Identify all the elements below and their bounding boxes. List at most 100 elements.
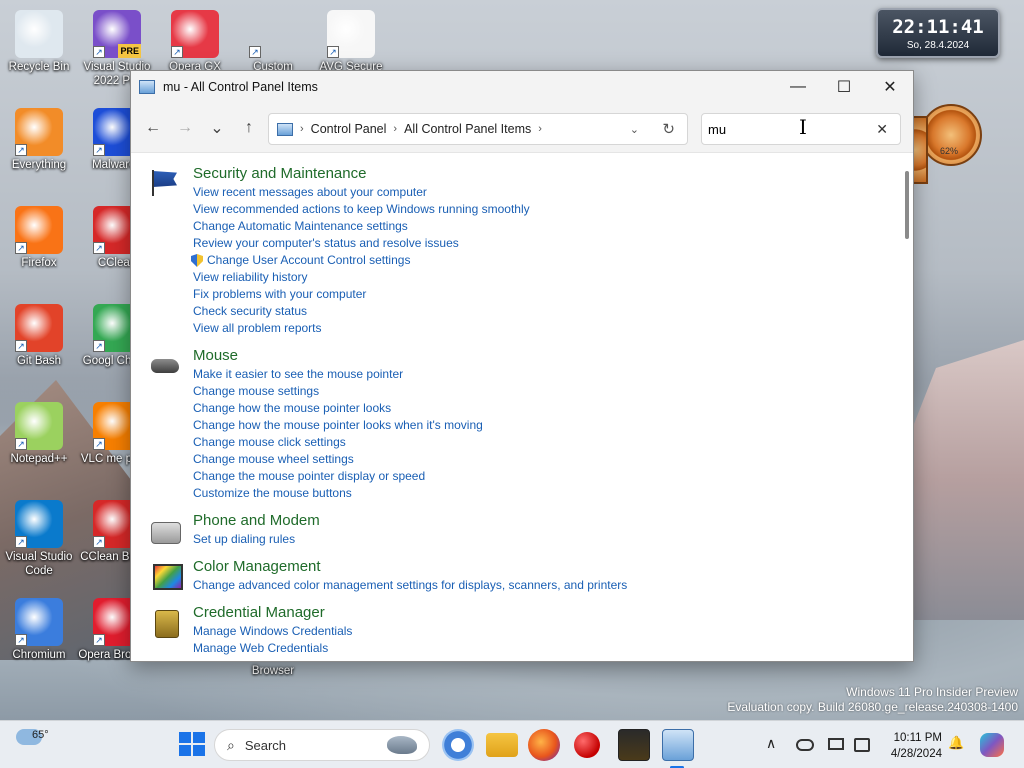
- shortcut-arrow-icon: ↗: [15, 536, 27, 548]
- vertical-scrollbar[interactable]: [905, 171, 909, 239]
- taskbar-time: 10:11 PM: [893, 732, 942, 744]
- desktop-icon[interactable]: ↗ Everything: [0, 108, 78, 172]
- desktop-icon-label: Notepad++: [10, 453, 68, 465]
- start-button[interactable]: [176, 729, 206, 759]
- recycle-bin-icon: [15, 10, 63, 58]
- group-link[interactable]: Check security status: [193, 303, 901, 320]
- copilot-icon[interactable]: [442, 729, 474, 761]
- up-button[interactable]: ↑: [233, 112, 265, 144]
- group-link[interactable]: View reliability history: [193, 269, 901, 286]
- control-panel-icon: [139, 80, 155, 94]
- group-link[interactable]: View all problem reports: [193, 320, 901, 337]
- network-icon[interactable]: [854, 738, 870, 752]
- taskbar-search[interactable]: ⌕ Search: [214, 729, 430, 761]
- back-button[interactable]: ←: [137, 112, 169, 144]
- search-input[interactable]: [708, 121, 858, 137]
- search-highlight-icon: [387, 736, 417, 754]
- wallpaper-rock: [914, 340, 1024, 620]
- copilot-pre-icon[interactable]: [980, 733, 1004, 757]
- minimize-button[interactable]: —: [775, 71, 821, 103]
- group-link[interactable]: Change Automatic Maintenance settings: [193, 218, 901, 235]
- group-link[interactable]: Change how the mouse pointer looks when …: [193, 417, 901, 434]
- vscode-icon: ↗: [15, 500, 63, 548]
- file-explorer-icon[interactable]: [486, 733, 518, 757]
- close-button[interactable]: ✕: [867, 71, 913, 103]
- group-link[interactable]: Manage Windows Credentials: [193, 623, 901, 640]
- shortcut-arrow-icon: ↗: [93, 536, 105, 548]
- notepad-plus-icon: ↗: [15, 402, 63, 450]
- group-link[interactable]: Change User Account Control settings: [191, 252, 901, 269]
- phone-modem-icon[interactable]: [149, 514, 181, 546]
- group-title[interactable]: Mouse: [193, 347, 901, 365]
- maximize-button[interactable]: ☐: [821, 71, 867, 103]
- breadcrumb-separator[interactable]: ›: [300, 123, 304, 135]
- forward-button[interactable]: →: [169, 112, 201, 144]
- group-title[interactable]: Color Management: [193, 558, 901, 576]
- address-dropdown-button[interactable]: ⌄: [630, 123, 639, 136]
- credential-manager-icon[interactable]: [149, 606, 181, 638]
- notifications-bell-icon[interactable]: 🔔: [948, 735, 964, 751]
- breadcrumb-separator[interactable]: ›: [393, 123, 397, 135]
- shortcut-arrow-icon: ↗: [15, 242, 27, 254]
- taskbar-clock[interactable]: 10:11 PM 4/28/2024: [880, 730, 942, 762]
- desktop-icon[interactable]: Recycle Bin: [0, 10, 78, 74]
- desktop-icon[interactable]: ↗ Opera GX: [156, 10, 234, 74]
- red-app-icon[interactable]: [574, 732, 600, 758]
- control-panel-window: mu - All Control Panel Items — ☐ ✕ ← → ⌄…: [130, 70, 914, 662]
- title-bar[interactable]: mu - All Control Panel Items — ☐ ✕: [131, 71, 913, 103]
- control-panel-taskbar-icon[interactable]: [662, 729, 694, 761]
- group-link[interactable]: Review your computer's status and resolv…: [193, 235, 901, 252]
- group-link[interactable]: Make it easier to see the mouse pointer: [193, 366, 901, 383]
- task-manager-icon[interactable]: [618, 729, 650, 761]
- search-clear-button[interactable]: ✕: [876, 121, 888, 138]
- desktop-icon[interactable]: ↗ AVG Secure: [312, 10, 390, 74]
- desktop-icon[interactable]: ↗ Notepad++: [0, 402, 78, 466]
- group-link[interactable]: Change mouse wheel settings: [193, 451, 901, 468]
- recent-locations-button[interactable]: ⌄: [201, 112, 233, 144]
- shortcut-arrow-icon: ↗: [93, 438, 105, 450]
- shortcut-arrow-icon: ↗: [327, 46, 339, 58]
- firefox-taskbar-icon[interactable]: [528, 729, 560, 761]
- control-panel-group: Security and Maintenance View recent mess…: [131, 165, 901, 337]
- breadcrumb-separator[interactable]: ›: [538, 123, 542, 135]
- security-flag-icon[interactable]: [149, 167, 181, 199]
- group-link[interactable]: Change how the mouse pointer looks: [193, 400, 901, 417]
- group-link[interactable]: Manage Web Credentials: [193, 640, 901, 657]
- desktop-icon-label: Browser: [251, 665, 295, 677]
- group-link[interactable]: Change advanced color management setting…: [193, 577, 901, 594]
- gauge-widget[interactable]: 62%: [920, 104, 982, 166]
- results-list: Security and Maintenance View recent mess…: [131, 153, 901, 663]
- desktop-icon[interactable]: ↗ Firefox: [0, 206, 78, 270]
- weather-widget[interactable]: 65°: [16, 729, 49, 748]
- group-title[interactable]: Phone and Modem: [193, 512, 901, 530]
- clock-widget[interactable]: 22:11:41 So, 28.4.2024: [876, 8, 1000, 58]
- group-link-text: Change User Account Control settings: [207, 253, 411, 267]
- desktop-icon[interactable]: ↗ Custom: [234, 10, 312, 74]
- refresh-button[interactable]: ↻: [662, 120, 675, 138]
- address-bar[interactable]: › Control Panel › All Control Panel Item…: [268, 113, 688, 145]
- breadcrumb-all-items[interactable]: All Control Panel Items: [404, 122, 531, 136]
- group-link[interactable]: Change mouse click settings: [193, 434, 901, 451]
- shortcut-arrow-icon: ↗: [93, 634, 105, 646]
- visual-studio-icon: ↗ PRE: [93, 10, 141, 58]
- onedrive-icon[interactable]: [796, 739, 814, 751]
- breadcrumb-control-panel[interactable]: Control Panel: [311, 122, 387, 136]
- desktop-icon[interactable]: ↗ Chromium: [0, 598, 78, 662]
- display-icon[interactable]: [828, 738, 844, 750]
- group-link[interactable]: View recent messages about your computer: [193, 184, 901, 201]
- show-hidden-icons-button[interactable]: ∧: [766, 735, 776, 752]
- group-link[interactable]: Set up dialing rules: [193, 531, 901, 548]
- mouse-icon[interactable]: [149, 349, 181, 381]
- group-link[interactable]: Change the mouse pointer display or spee…: [193, 468, 901, 485]
- color-management-icon[interactable]: [149, 560, 183, 592]
- group-link[interactable]: Customize the mouse buttons: [193, 485, 901, 502]
- group-link[interactable]: Change mouse settings: [193, 383, 901, 400]
- group-link[interactable]: Fix problems with your computer: [193, 286, 901, 303]
- control-panel-crumb-icon: [277, 122, 293, 136]
- group-link[interactable]: View recommended actions to keep Windows…: [193, 201, 901, 218]
- start-logo-tile: [179, 745, 191, 756]
- desktop-icon[interactable]: ↗ Visual Studio Code: [0, 500, 78, 578]
- group-title[interactable]: Credential Manager: [193, 604, 901, 622]
- desktop-icon[interactable]: ↗ Git Bash: [0, 304, 78, 368]
- group-title[interactable]: Security and Maintenance: [193, 165, 901, 183]
